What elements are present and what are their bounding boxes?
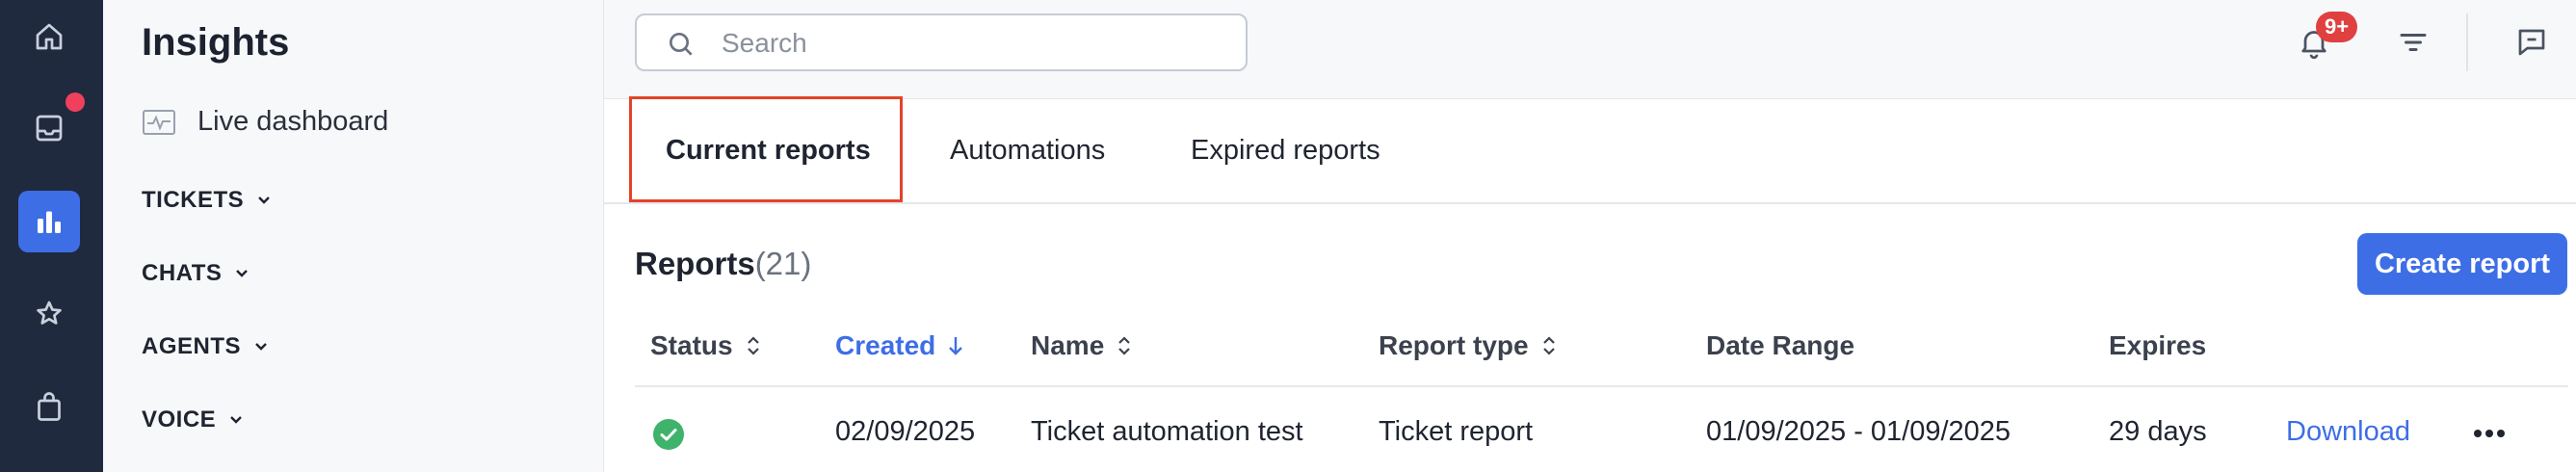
column-header-report-type[interactable]: Report type bbox=[1379, 330, 1560, 361]
marketplace-nav-button[interactable] bbox=[18, 376, 80, 437]
tab-expired-reports[interactable]: Expired reports bbox=[1191, 98, 1380, 202]
search-input[interactable] bbox=[720, 23, 1224, 64]
chevron-down-icon bbox=[255, 343, 267, 351]
inbox-icon bbox=[36, 115, 63, 142]
column-label: Created bbox=[835, 330, 936, 360]
top-bar-divider bbox=[2466, 13, 2468, 71]
chevron-down-icon bbox=[230, 416, 243, 424]
chat-message-icon bbox=[2518, 29, 2545, 56]
create-report-button[interactable]: Create report bbox=[2357, 233, 2567, 295]
column-label: Date Range bbox=[1706, 330, 1855, 360]
column-label: Expires bbox=[2109, 330, 2207, 360]
app-icon-rail bbox=[0, 0, 103, 472]
shopping-bag-icon bbox=[38, 392, 61, 421]
sidebar-group-label: CHATS bbox=[142, 260, 223, 286]
favorites-nav-button[interactable] bbox=[18, 283, 80, 345]
column-header-date-range: Date Range bbox=[1706, 330, 1854, 361]
column-label: Status bbox=[650, 330, 733, 360]
column-header-name[interactable]: Name bbox=[1031, 330, 1135, 361]
cell-report-type: Ticket report bbox=[1379, 416, 1534, 447]
notifications-badge: 9+ bbox=[2316, 12, 2358, 42]
home-nav-button[interactable] bbox=[18, 6, 80, 67]
reports-heading: Reports(21) bbox=[635, 246, 811, 282]
sidebar-group-tickets[interactable]: TICKETS bbox=[142, 187, 273, 214]
table-header-divider bbox=[635, 385, 2568, 387]
chevron-down-icon bbox=[236, 270, 249, 277]
column-header-status[interactable]: Status bbox=[650, 330, 764, 361]
home-icon bbox=[36, 23, 63, 50]
sidebar-group-voice[interactable]: VOICE bbox=[142, 406, 245, 433]
inbox-notification-dot bbox=[66, 92, 85, 112]
status-success-icon bbox=[653, 419, 684, 450]
row-more-actions-button[interactable] bbox=[2472, 420, 2507, 447]
chevron-down-icon bbox=[258, 197, 271, 204]
filter-button[interactable] bbox=[2394, 23, 2432, 62]
sidebar-title: Insights bbox=[142, 21, 290, 64]
top-bar: 9+ bbox=[604, 0, 2576, 99]
sidebar-group-chats[interactable]: CHATS bbox=[142, 260, 250, 287]
live-dashboard-icon bbox=[143, 109, 175, 135]
sidebar-group-label: AGENTS bbox=[142, 333, 242, 359]
sidebar-item-label: Live dashboard bbox=[197, 106, 389, 137]
sidebar-item-live-dashboard[interactable]: Live dashboard bbox=[142, 106, 388, 138]
reports-title: Reports bbox=[635, 246, 755, 281]
search-box[interactable] bbox=[635, 13, 1248, 71]
sort-icon bbox=[747, 336, 759, 355]
reports-count: (21) bbox=[754, 246, 812, 281]
cell-date-range: 01/09/2025 - 01/09/2025 bbox=[1706, 416, 2011, 447]
search-icon bbox=[670, 33, 693, 56]
column-label: Report type bbox=[1379, 330, 1529, 360]
column-header-expires: Expires bbox=[2109, 330, 2206, 361]
sort-icon bbox=[1118, 336, 1131, 355]
cell-expires: 29 days bbox=[2109, 416, 2207, 447]
download-link[interactable]: Download bbox=[2286, 416, 2410, 448]
sidebar-group-label: VOICE bbox=[142, 406, 217, 433]
tab-automations[interactable]: Automations bbox=[950, 98, 1105, 202]
insights-nav-button[interactable] bbox=[18, 191, 80, 252]
sort-icon bbox=[1542, 336, 1555, 355]
insights-chart-icon bbox=[38, 211, 61, 233]
messages-button[interactable] bbox=[2512, 23, 2551, 62]
sidebar-group-label: TICKETS bbox=[142, 187, 245, 213]
filter-icon bbox=[2400, 34, 2427, 51]
cell-name: Ticket automation test bbox=[1031, 416, 1303, 447]
active-tab-highlight bbox=[629, 96, 903, 202]
insights-sidebar: Insights Live dashboard TICKETS CHATS AG… bbox=[103, 0, 604, 472]
sort-descending-arrow-icon bbox=[949, 337, 963, 355]
star-icon bbox=[37, 301, 62, 325]
column-label: Name bbox=[1031, 330, 1105, 360]
sidebar-group-agents[interactable]: AGENTS bbox=[142, 333, 270, 360]
more-horizontal-icon bbox=[2474, 430, 2505, 437]
column-header-created[interactable]: Created bbox=[835, 330, 966, 361]
cell-created: 02/09/2025 bbox=[835, 416, 976, 447]
